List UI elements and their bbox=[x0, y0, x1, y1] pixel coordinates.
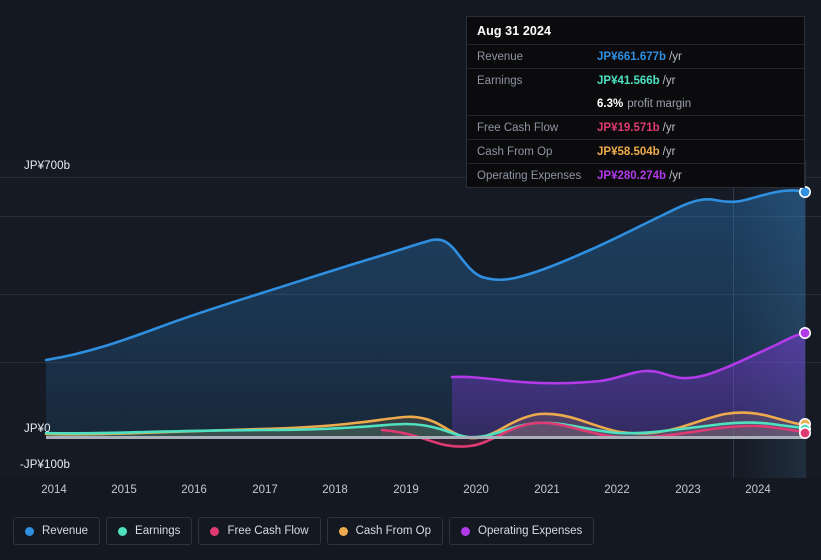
legend-label-revenue: Revenue bbox=[42, 525, 89, 537]
legend-label-earnings: Earnings bbox=[135, 525, 181, 537]
x-axis-tick-2024: 2024 bbox=[745, 484, 771, 496]
tooltip-row-cash-from-op: Cash From Op JP¥58.504b /yr bbox=[467, 139, 804, 163]
tooltip-text-profit-margin: profit margin bbox=[627, 97, 692, 110]
tooltip-unit-free-cash-flow: /yr bbox=[662, 121, 676, 134]
tooltip-value-operating-expenses: JP¥280.274b bbox=[597, 169, 667, 182]
free-cash-flow-color-swatch-icon bbox=[210, 526, 220, 536]
cash-from-op-color-swatch-icon bbox=[338, 526, 348, 536]
x-axis: 2014 2015 2016 2017 2018 2019 2020 2021 … bbox=[0, 484, 821, 502]
x-axis-tick-2018: 2018 bbox=[322, 484, 348, 496]
tooltip-row-free-cash-flow: Free Cash Flow JP¥19.571b /yr bbox=[467, 115, 804, 139]
x-axis-tick-2014: 2014 bbox=[41, 484, 67, 496]
x-axis-tick-2021: 2021 bbox=[534, 484, 560, 496]
earnings-color-swatch-icon bbox=[118, 526, 128, 536]
chart-tooltip: Aug 31 2024 Revenue JP¥661.677b /yr Earn… bbox=[466, 16, 805, 188]
tooltip-label-operating-expenses: Operating Expenses bbox=[477, 169, 582, 182]
revenue-endpoint-marker bbox=[798, 186, 811, 199]
legend-item-earnings[interactable]: Earnings bbox=[106, 517, 193, 545]
legend-item-revenue[interactable]: Revenue bbox=[13, 517, 101, 545]
legend-item-operating-expenses[interactable]: Operating Expenses bbox=[449, 517, 595, 545]
tooltip-unit-revenue: /yr bbox=[669, 50, 682, 63]
legend-label-operating-expenses: Operating Expenses bbox=[478, 525, 583, 537]
x-axis-tick-2017: 2017 bbox=[252, 484, 278, 496]
tooltip-label-cash-from-op: Cash From Op bbox=[477, 145, 553, 158]
tooltip-unit-cash-from-op: /yr bbox=[662, 145, 676, 158]
tooltip-unit-earnings: /yr bbox=[662, 74, 676, 87]
x-axis-tick-2019: 2019 bbox=[393, 484, 419, 496]
x-axis-tick-2023: 2023 bbox=[675, 484, 701, 496]
tooltip-value-cash-from-op: JP¥58.504b bbox=[597, 145, 660, 158]
x-axis-tick-2020: 2020 bbox=[463, 484, 489, 496]
tooltip-label-free-cash-flow: Free Cash Flow bbox=[477, 121, 559, 134]
tooltip-value-revenue: JP¥661.677b bbox=[597, 50, 667, 63]
tooltip-value-earnings: JP¥41.566b bbox=[597, 74, 660, 87]
tooltip-row-earnings: Earnings JP¥41.566b /yr bbox=[467, 68, 804, 92]
legend-label-free-cash-flow: Free Cash Flow bbox=[227, 525, 309, 537]
y-axis-label-bottom: -JP¥100b bbox=[20, 459, 71, 471]
legend-item-cash-from-op[interactable]: Cash From Op bbox=[326, 517, 444, 545]
tooltip-row-operating-expenses: Operating Expenses JP¥280.274b /yr bbox=[467, 163, 804, 187]
tooltip-row-profit-margin: 6.3% profit margin bbox=[467, 92, 804, 115]
y-axis-label-zero: JP¥0 bbox=[24, 423, 51, 435]
y-axis-label-top: JP¥700b bbox=[24, 160, 71, 172]
free-cash-flow-endpoint-marker bbox=[798, 426, 811, 439]
tooltip-value-profit-margin: 6.3% bbox=[597, 97, 624, 110]
x-axis-tick-2016: 2016 bbox=[181, 484, 207, 496]
x-axis-tick-2022: 2022 bbox=[604, 484, 630, 496]
revenue-color-swatch-icon bbox=[25, 526, 34, 536]
tooltip-label-earnings: Earnings bbox=[477, 74, 523, 87]
tooltip-unit-operating-expenses: /yr bbox=[669, 169, 682, 182]
financial-chart: JP¥700b JP¥0 -JP¥100b 2014 2015 2016 201… bbox=[0, 0, 821, 560]
operating-expenses-color-swatch-icon bbox=[461, 526, 471, 536]
legend-label-cash-from-op: Cash From Op bbox=[355, 525, 432, 537]
operating-expenses-endpoint-marker bbox=[798, 326, 811, 339]
tooltip-value-free-cash-flow: JP¥19.571b bbox=[597, 121, 660, 134]
chart-legend: Revenue Earnings Free Cash Flow Cash Fro… bbox=[13, 517, 595, 545]
tooltip-row-revenue: Revenue JP¥661.677b /yr bbox=[467, 44, 804, 68]
tooltip-label-revenue: Revenue bbox=[477, 50, 524, 63]
x-axis-tick-2015: 2015 bbox=[111, 484, 137, 496]
tooltip-date: Aug 31 2024 bbox=[477, 24, 552, 38]
legend-item-free-cash-flow[interactable]: Free Cash Flow bbox=[198, 517, 321, 545]
